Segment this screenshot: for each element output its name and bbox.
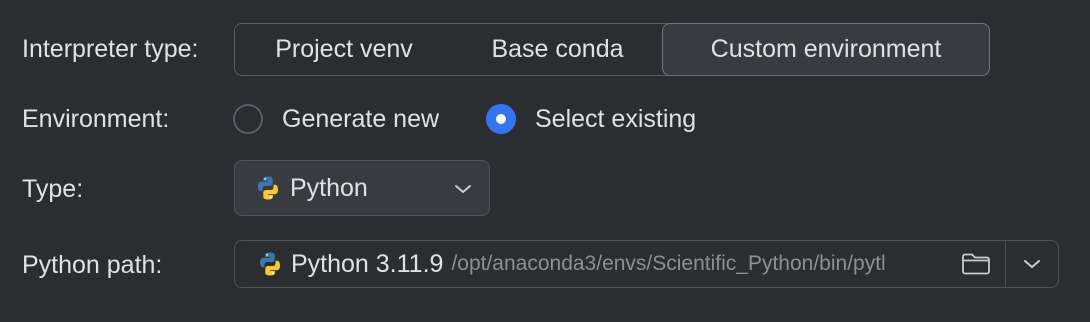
radio-checked-icon <box>486 104 516 134</box>
radio-select-existing-label: Select existing <box>535 104 697 133</box>
environment-label: Environment: <box>22 105 170 133</box>
browse-folder-button[interactable] <box>959 248 993 280</box>
chevron-down-icon <box>455 185 471 193</box>
segment-custom-environment[interactable]: Custom environment <box>662 23 990 76</box>
python-path-combobox: Python 3.11.9 /opt/anaconda3/envs/Scient… <box>234 240 1059 288</box>
radio-generate-new[interactable]: Generate new <box>233 102 439 136</box>
python-logo-icon <box>258 176 278 200</box>
segment-base-conda[interactable]: Base conda <box>453 24 662 75</box>
python-path-field[interactable]: Python 3.11.9 /opt/anaconda3/envs/Scient… <box>235 241 1005 287</box>
type-dropdown[interactable]: Python <box>234 160 490 216</box>
python-path-text: /opt/anaconda3/envs/Scientific_Python/bi… <box>451 252 886 275</box>
type-dropdown-value: Python <box>290 173 368 202</box>
radio-select-existing[interactable]: Select existing <box>486 102 696 136</box>
interpreter-type-segmented-control: Project venv Base conda Custom environme… <box>234 23 990 76</box>
python-version-text: Python 3.11.9 <box>291 249 444 278</box>
interpreter-settings-panel: Interpreter type: Project venv Base cond… <box>0 0 1090 322</box>
python-logo-icon <box>260 252 280 276</box>
python-path-dropdown-button[interactable] <box>1006 241 1058 287</box>
type-label: Type: <box>22 175 84 203</box>
chevron-down-icon <box>1024 260 1040 268</box>
segment-project-venv[interactable]: Project venv <box>235 24 453 75</box>
python-path-label: Python path: <box>22 251 163 279</box>
radio-unchecked-icon <box>233 104 263 134</box>
folder-icon <box>962 253 990 275</box>
radio-generate-new-label: Generate new <box>282 104 440 133</box>
interpreter-type-label: Interpreter type: <box>22 35 199 63</box>
